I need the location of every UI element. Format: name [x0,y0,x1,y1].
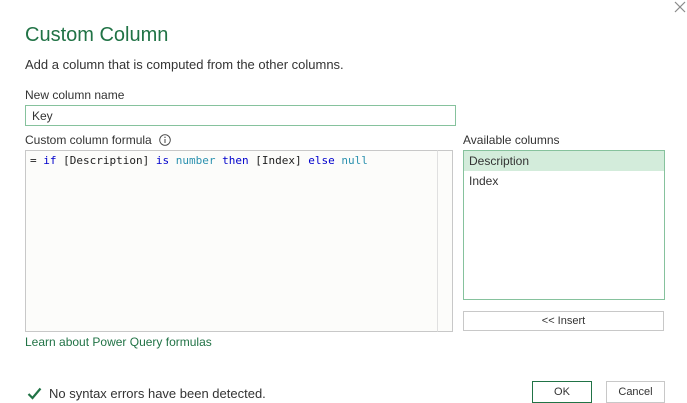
formula-text: = if [Description] is number then [Index… [30,154,368,168]
close-icon [674,1,686,13]
formula-scrollbar[interactable] [437,150,453,332]
available-column-index[interactable]: Index [464,171,664,191]
insert-button[interactable]: << Insert [463,311,664,331]
close-button[interactable] [670,0,687,17]
dialog-subtitle: Add a column that is computed from the o… [25,57,344,72]
ok-button[interactable]: OK [532,381,592,403]
check-icon [27,387,42,400]
new-column-name-input[interactable] [25,105,456,126]
formula-token: number [175,154,216,167]
dialog-title: Custom Column [25,24,169,46]
formula-token: else [308,154,335,167]
available-columns-list: Description Index [463,150,665,300]
formula-token: then [222,154,249,167]
formula-token: = [30,154,44,167]
learn-power-query-link[interactable]: Learn about Power Query formulas [25,335,212,350]
formula-token [169,154,176,167]
custom-column-dialog: Custom Column Add a column that is compu… [0,0,687,403]
cancel-button[interactable]: Cancel [606,381,665,403]
formula-token: null [341,154,368,167]
available-column-description[interactable]: Description [464,151,664,171]
available-columns-label: Available columns [463,133,560,147]
formula-token: [Index] [248,154,309,167]
syntax-status-text: No syntax errors have been detected. [49,385,266,401]
info-icon[interactable] [159,134,171,146]
formula-token: [Description] [56,154,156,167]
formula-editor[interactable]: = if [Description] is number then [Index… [25,150,438,332]
formula-token: if [43,154,57,167]
new-column-name-label: New column name [25,88,125,102]
syntax-status: No syntax errors have been detected. [27,385,266,401]
formula-token: is [155,154,170,167]
custom-column-formula-label: Custom column formula [25,133,152,147]
